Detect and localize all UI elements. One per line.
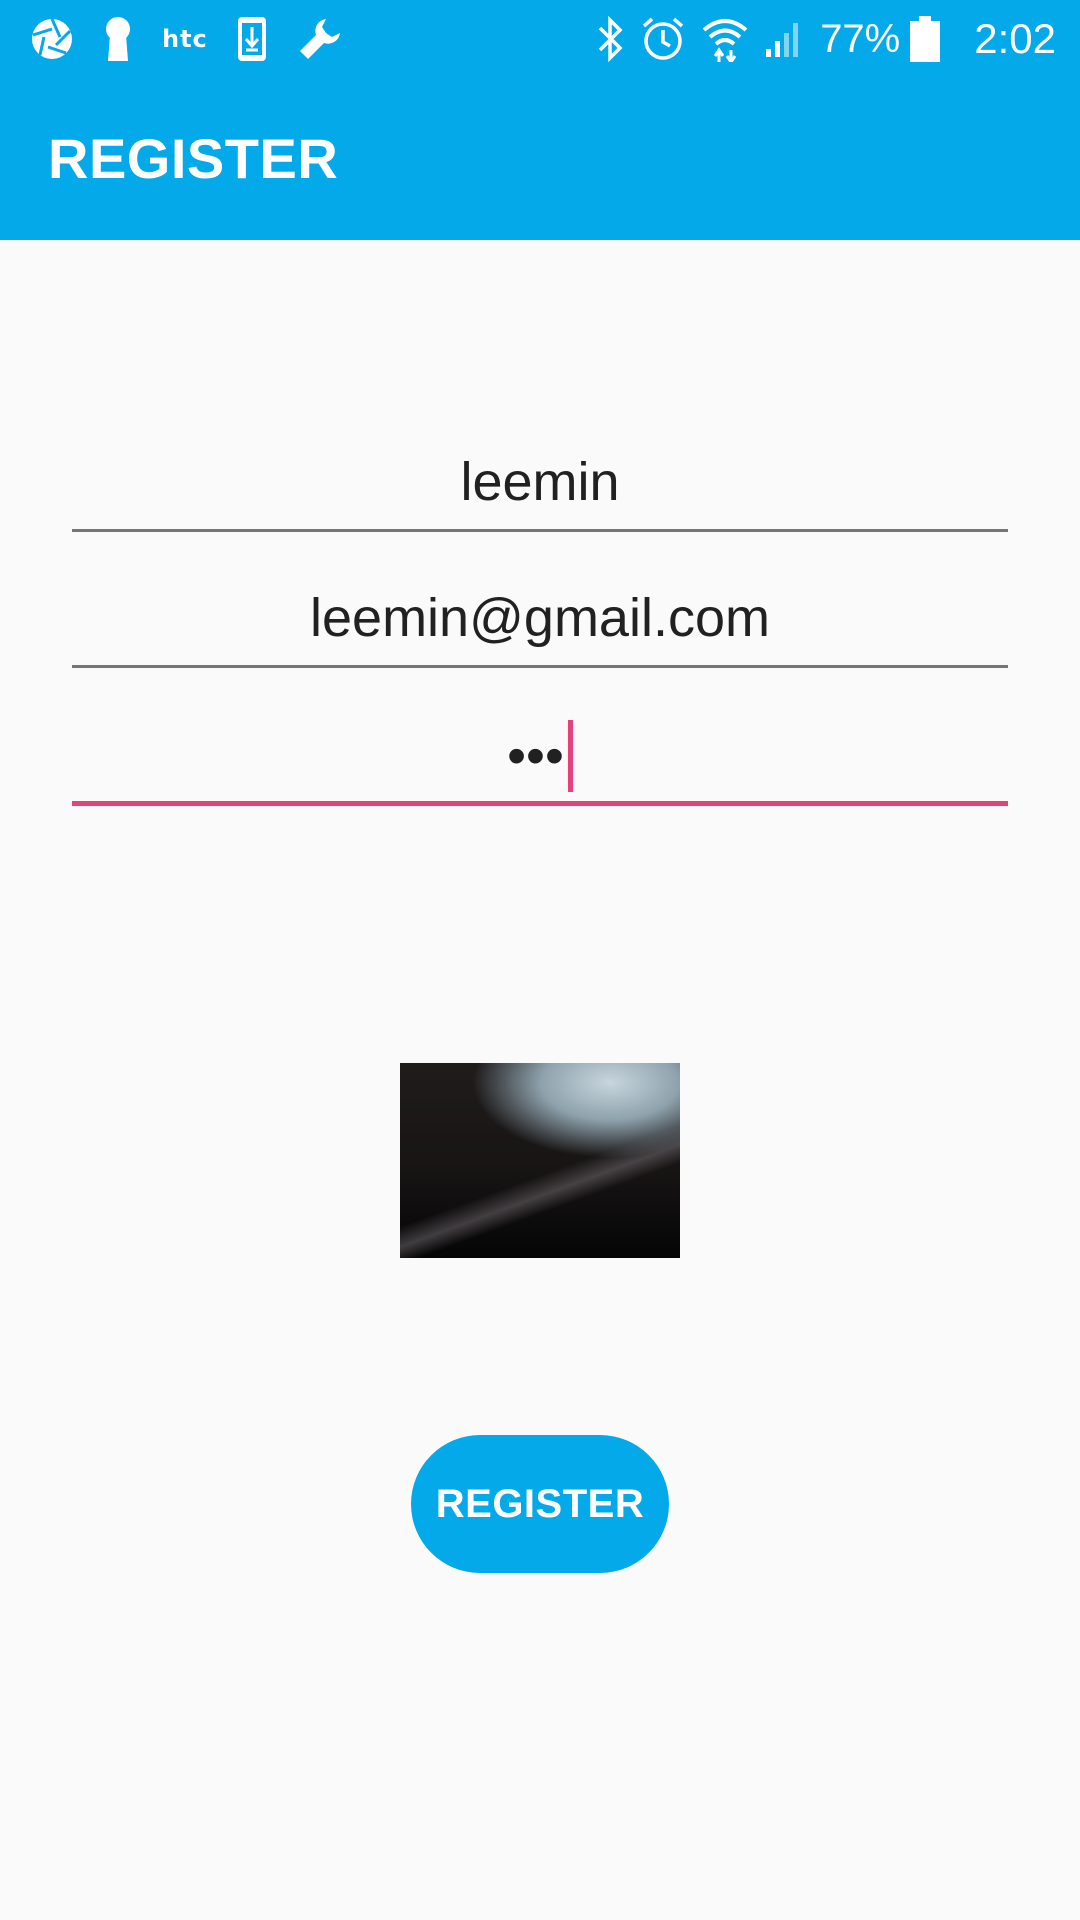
battery-percent: 77% xyxy=(820,16,901,61)
htc-logo: htc xyxy=(162,25,208,53)
status-bar-left: htc xyxy=(30,0,372,78)
clock: 2:02 xyxy=(974,15,1056,62)
status-bar-right: 77% 2:02 xyxy=(596,0,1056,78)
bluetooth-icon xyxy=(596,16,624,62)
keyhole-icon xyxy=(102,15,134,63)
app-bar: REGISTER xyxy=(0,78,1080,240)
alarm-icon xyxy=(640,16,686,62)
password-field[interactable]: ••• xyxy=(72,706,1008,806)
wrench-icon xyxy=(296,15,344,63)
username-value: leemin xyxy=(460,452,620,512)
battery-icon xyxy=(910,16,941,62)
phone-download-icon xyxy=(236,15,268,63)
status-bar: htc 77% 2:02 xyxy=(0,0,1080,78)
username-field[interactable]: leemin xyxy=(72,432,1008,532)
aperture-icon xyxy=(30,17,74,61)
email-underline xyxy=(72,665,1008,668)
page-title: REGISTER xyxy=(48,127,339,190)
password-underline xyxy=(72,801,1008,806)
register-button[interactable]: REGISTER xyxy=(411,1435,669,1573)
email-field[interactable]: leemin@gmail.com xyxy=(72,568,1008,668)
email-value: leemin@gmail.com xyxy=(310,588,770,648)
signal-icon xyxy=(764,19,804,59)
text-cursor xyxy=(567,719,573,792)
username-underline xyxy=(72,529,1008,532)
password-value: ••• xyxy=(507,726,564,786)
photo-preview[interactable] xyxy=(400,1063,680,1258)
wifi-icon xyxy=(702,16,748,62)
